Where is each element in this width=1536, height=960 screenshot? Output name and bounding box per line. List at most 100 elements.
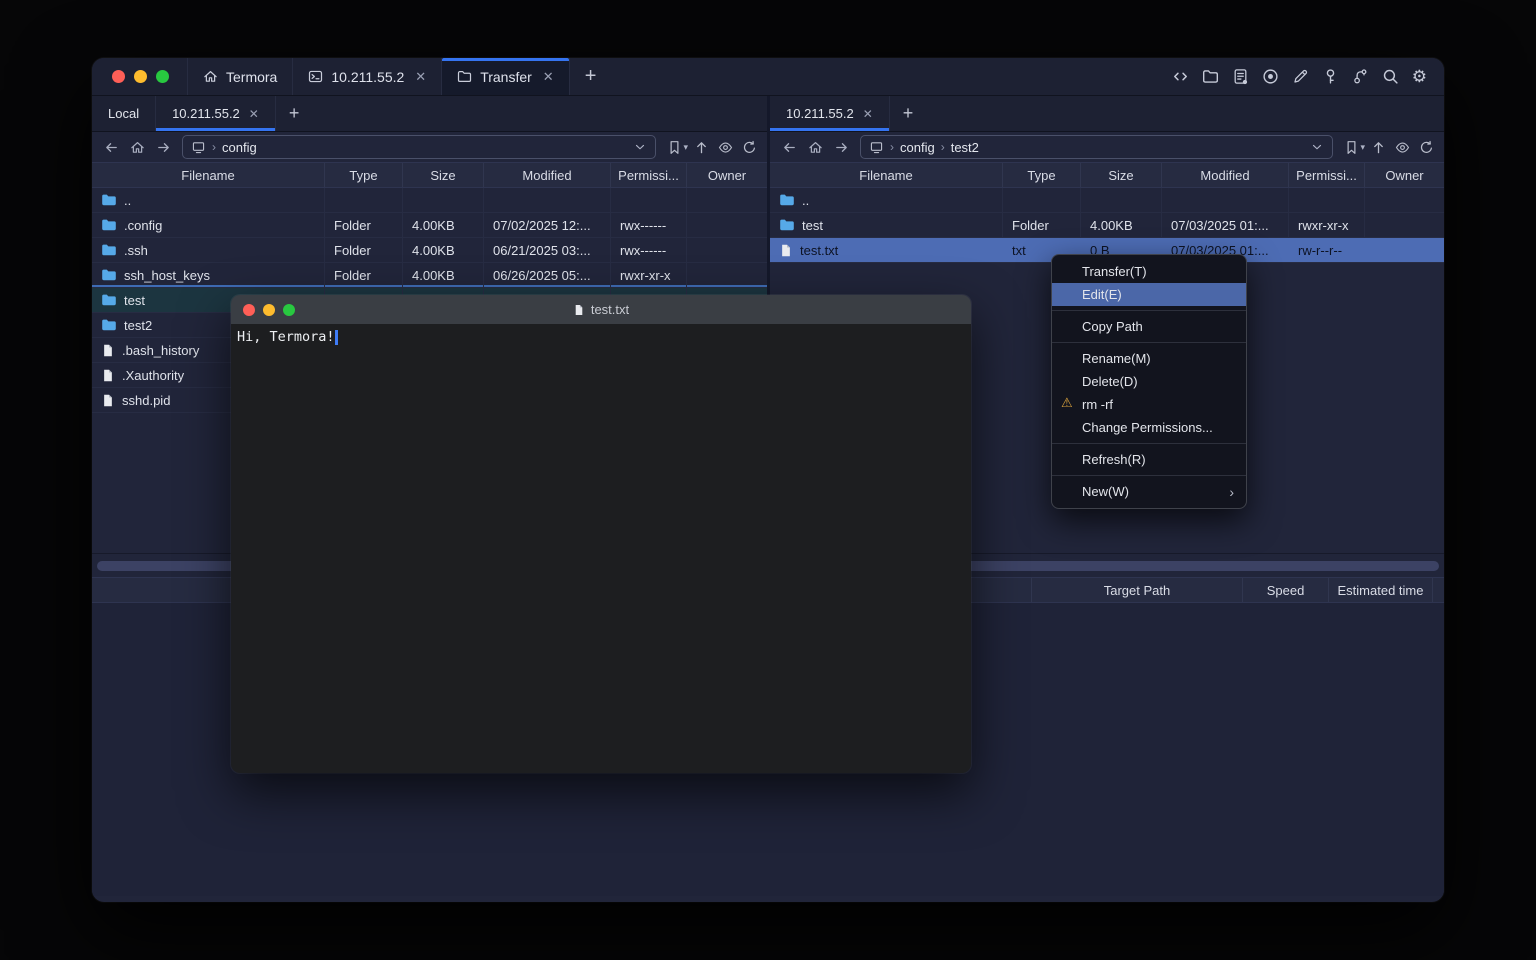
folder-icon[interactable] xyxy=(1202,68,1219,85)
refresh-icon[interactable] xyxy=(1415,135,1437,159)
file-size xyxy=(403,188,484,212)
transfer-column-speed[interactable]: Speed xyxy=(1242,578,1328,602)
folder-icon xyxy=(779,217,795,233)
titlebar-actions: ⚙ xyxy=(1172,58,1444,95)
menu-item-rm-rf[interactable]: ⚠ rm -rf xyxy=(1052,393,1246,416)
column-header-modified[interactable]: Modified xyxy=(484,163,611,187)
file-permissions: rw-r--r-- xyxy=(1289,238,1365,262)
menu-item-transfer[interactable]: Transfer(T) xyxy=(1052,260,1246,283)
table-row[interactable]: .config Folder 4.00KB 07/02/2025 12:... … xyxy=(92,213,767,238)
new-pane-tab-button[interactable]: + xyxy=(890,96,927,131)
tab-label: Transfer xyxy=(480,69,532,85)
gear-icon[interactable]: ⚙ xyxy=(1412,68,1427,85)
transfer-column-estimated-time[interactable]: Estimated time xyxy=(1328,578,1432,602)
zoom-window-button[interactable] xyxy=(156,70,169,83)
chevron-down-icon[interactable] xyxy=(633,140,647,154)
text-cursor xyxy=(335,330,338,345)
search-icon[interactable] xyxy=(1382,68,1399,85)
show-hidden-eye-icon[interactable] xyxy=(1391,135,1413,159)
table-row[interactable]: .. xyxy=(92,188,767,213)
key-icon[interactable] xyxy=(1322,68,1339,85)
branch-icon[interactable] xyxy=(1352,68,1369,85)
new-pane-tab-button[interactable]: + xyxy=(276,96,313,131)
document-icon[interactable] xyxy=(1232,68,1249,85)
up-directory-icon[interactable] xyxy=(1367,135,1389,159)
folder-icon xyxy=(101,217,117,233)
tab-local[interactable]: Local xyxy=(92,96,156,131)
close-tab-icon[interactable]: ✕ xyxy=(415,69,426,85)
table-row[interactable]: .. xyxy=(770,188,1444,213)
editor-content[interactable]: Hi, Termora! xyxy=(231,324,971,773)
column-header-owner[interactable]: Owner xyxy=(687,163,767,187)
record-icon[interactable] xyxy=(1262,68,1279,85)
close-window-button[interactable] xyxy=(243,304,255,316)
back-icon[interactable] xyxy=(99,135,123,159)
column-header-size[interactable]: Size xyxy=(1081,163,1162,187)
editor-titlebar[interactable]: test.txt xyxy=(231,295,971,324)
column-header-filename[interactable]: Filename xyxy=(770,163,1003,187)
file-owner xyxy=(687,238,767,262)
column-header-filename[interactable]: Filename xyxy=(92,163,325,187)
tab-transfer[interactable]: Transfer ✕ xyxy=(442,58,570,95)
menu-item-edit[interactable]: Edit(E) xyxy=(1052,283,1246,306)
back-icon[interactable] xyxy=(777,135,801,159)
column-header-permissions[interactable]: Permissi... xyxy=(611,163,687,187)
bookmark-caret-icon[interactable]: ▾ xyxy=(683,142,688,153)
column-header-permissions[interactable]: Permissi... xyxy=(1289,163,1365,187)
tab-remote-host[interactable]: 10.211.55.2 ✕ xyxy=(156,96,276,131)
pencil-icon[interactable] xyxy=(1292,68,1309,85)
column-header-modified[interactable]: Modified xyxy=(1162,163,1289,187)
code-icon[interactable] xyxy=(1172,68,1189,85)
new-tab-button[interactable]: + xyxy=(570,58,612,95)
minimize-window-button[interactable] xyxy=(134,70,147,83)
zoom-window-button[interactable] xyxy=(283,304,295,316)
column-header-owner[interactable]: Owner xyxy=(1365,163,1444,187)
warning-icon: ⚠ xyxy=(1061,395,1073,411)
bookmark-icon[interactable] xyxy=(663,135,685,159)
right-pane-tabs: 10.211.55.2 ✕ + xyxy=(770,96,1444,132)
table-row[interactable]: .ssh Folder 4.00KB 06/21/2025 03:... rwx… xyxy=(92,238,767,263)
menu-item-rename[interactable]: Rename(M) xyxy=(1052,347,1246,370)
minimize-window-button[interactable] xyxy=(263,304,275,316)
up-directory-icon[interactable] xyxy=(690,135,712,159)
file-owner xyxy=(687,263,767,287)
tab-termora[interactable]: Termora xyxy=(187,58,293,95)
file-icon xyxy=(101,393,115,408)
home-icon[interactable] xyxy=(803,135,827,159)
file-modified: 06/26/2025 05:... xyxy=(484,263,611,287)
close-tab-icon[interactable]: ✕ xyxy=(863,107,873,121)
home-icon[interactable] xyxy=(125,135,149,159)
chevron-down-icon[interactable] xyxy=(1310,140,1324,154)
file-icon xyxy=(101,368,115,383)
path-breadcrumb[interactable]: › config › test2 xyxy=(860,135,1333,159)
table-row[interactable]: ssh_host_keys Folder 4.00KB 06/26/2025 0… xyxy=(92,263,767,288)
menu-item-delete[interactable]: Delete(D) xyxy=(1052,370,1246,393)
left-pane-tabs: Local 10.211.55.2 ✕ + xyxy=(92,96,767,132)
bookmark-icon[interactable] xyxy=(1340,135,1362,159)
menu-item-refresh[interactable]: Refresh(R) xyxy=(1052,448,1246,471)
menu-item-label: rm -rf xyxy=(1082,397,1113,412)
close-window-button[interactable] xyxy=(112,70,125,83)
file-owner xyxy=(687,213,767,237)
transfer-column-target-path[interactable]: Target Path xyxy=(1031,578,1242,602)
close-tab-icon[interactable]: ✕ xyxy=(249,107,259,121)
menu-item-new[interactable]: New(W) › xyxy=(1052,480,1246,503)
path-breadcrumb[interactable]: › config xyxy=(182,135,656,159)
tab-remote-host[interactable]: 10.211.55.2 ✕ xyxy=(770,96,890,131)
column-header-type[interactable]: Type xyxy=(1003,163,1081,187)
column-header-type[interactable]: Type xyxy=(325,163,403,187)
show-hidden-eye-icon[interactable] xyxy=(714,135,736,159)
table-row[interactable]: test Folder 4.00KB 07/03/2025 01:... rwx… xyxy=(770,213,1444,238)
breadcrumb-separator: › xyxy=(890,140,894,154)
tab-host[interactable]: 10.211.55.2 ✕ xyxy=(293,58,442,95)
bookmark-caret-icon[interactable]: ▾ xyxy=(1360,142,1365,153)
filename: sshd.pid xyxy=(122,393,170,408)
column-header-size[interactable]: Size xyxy=(403,163,484,187)
menu-item-copy-path[interactable]: Copy Path xyxy=(1052,315,1246,338)
folder-icon xyxy=(101,317,117,333)
forward-icon[interactable] xyxy=(151,135,175,159)
refresh-icon[interactable] xyxy=(738,135,760,159)
close-tab-icon[interactable]: ✕ xyxy=(543,69,554,85)
menu-item-change-permissions[interactable]: Change Permissions... xyxy=(1052,416,1246,439)
forward-icon[interactable] xyxy=(829,135,853,159)
